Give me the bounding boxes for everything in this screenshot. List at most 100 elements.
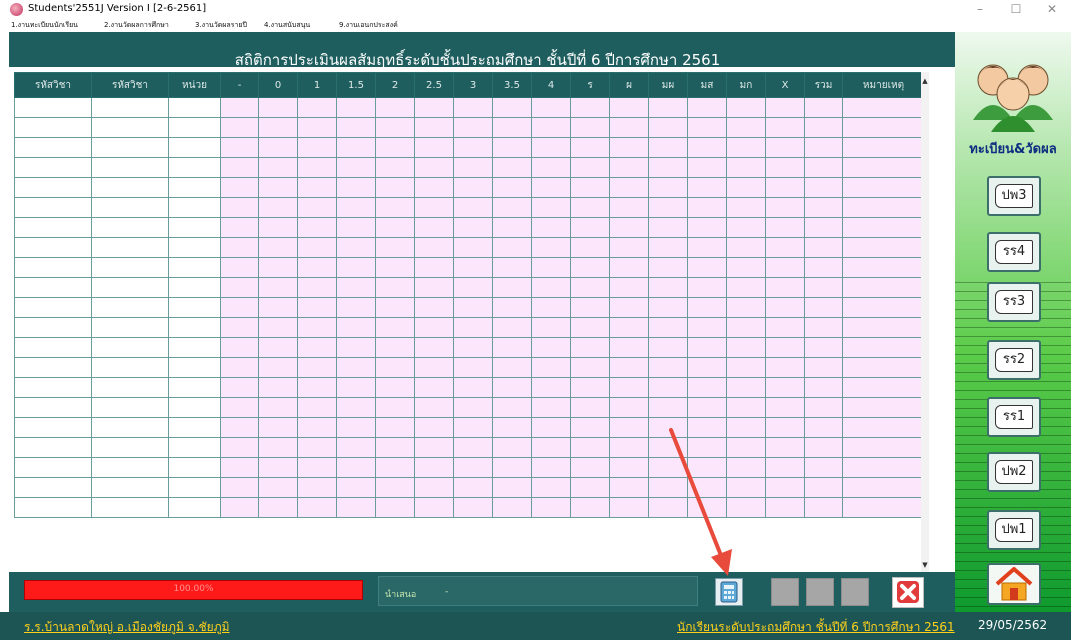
table-cell[interactable] <box>609 437 649 458</box>
table-cell[interactable] <box>414 397 454 418</box>
table-cell[interactable] <box>570 217 610 238</box>
table-cell[interactable] <box>297 117 337 138</box>
table-cell[interactable] <box>609 317 649 338</box>
table-cell[interactable] <box>297 397 337 418</box>
table-cell[interactable] <box>804 457 843 478</box>
table-cell[interactable] <box>726 397 766 418</box>
table-cell[interactable] <box>687 237 727 258</box>
maximize-button[interactable]: ☐ <box>998 0 1034 19</box>
table-cell[interactable] <box>648 357 688 378</box>
table-cell[interactable] <box>168 157 221 178</box>
nav-button-pp2[interactable]: ปพ2 <box>987 452 1041 492</box>
table-cell[interactable] <box>414 457 454 478</box>
table-cell[interactable] <box>375 337 415 358</box>
table-cell[interactable] <box>531 417 571 438</box>
column-header[interactable]: มผ <box>648 72 688 98</box>
table-cell[interactable] <box>220 257 259 278</box>
table-cell[interactable] <box>804 257 843 278</box>
table-cell[interactable] <box>297 477 337 498</box>
table-cell[interactable] <box>531 137 571 158</box>
table-cell[interactable] <box>375 97 415 118</box>
menu-item-registration[interactable]: 1.งานทะเบียนนักเรียน <box>11 20 78 31</box>
table-cell[interactable] <box>531 457 571 478</box>
table-cell[interactable] <box>220 377 259 398</box>
table-cell[interactable] <box>375 437 415 458</box>
table-cell[interactable] <box>258 217 298 238</box>
table-cell[interactable] <box>91 197 169 218</box>
table-cell[interactable] <box>220 277 259 298</box>
table-cell[interactable] <box>531 97 571 118</box>
table-cell[interactable] <box>414 257 454 278</box>
table-cell[interactable] <box>726 497 766 518</box>
table-cell[interactable] <box>492 317 532 338</box>
vertical-scrollbar[interactable]: ▲ ▼ <box>921 72 929 572</box>
table-cell[interactable] <box>804 137 843 158</box>
table-cell[interactable] <box>453 137 493 158</box>
table-cell[interactable] <box>453 117 493 138</box>
table-cell[interactable] <box>492 477 532 498</box>
table-cell[interactable] <box>609 417 649 438</box>
table-cell[interactable] <box>804 437 843 458</box>
table-cell[interactable] <box>492 337 532 358</box>
table-cell[interactable] <box>91 297 169 318</box>
table-cell[interactable] <box>14 177 92 198</box>
table-cell[interactable] <box>765 337 805 358</box>
home-button[interactable] <box>987 563 1041 605</box>
table-cell[interactable] <box>220 417 259 438</box>
table-cell[interactable] <box>414 497 454 518</box>
table-cell[interactable] <box>804 497 843 518</box>
table-cell[interactable] <box>375 357 415 378</box>
disabled-button-1[interactable] <box>771 578 799 606</box>
table-cell[interactable] <box>842 397 925 418</box>
table-cell[interactable] <box>297 237 337 258</box>
table-cell[interactable] <box>14 237 92 258</box>
table-cell[interactable] <box>297 297 337 318</box>
table-cell[interactable] <box>609 297 649 318</box>
table-cell[interactable] <box>765 417 805 438</box>
table-cell[interactable] <box>609 457 649 478</box>
table-cell[interactable] <box>14 477 92 498</box>
table-cell[interactable] <box>842 97 925 118</box>
table-cell[interactable] <box>492 217 532 238</box>
table-cell[interactable] <box>687 177 727 198</box>
table-cell[interactable] <box>842 217 925 238</box>
table-cell[interactable] <box>609 337 649 358</box>
column-header[interactable]: รหัสวิชา <box>91 72 169 98</box>
table-cell[interactable] <box>336 157 376 178</box>
disabled-button-2[interactable] <box>806 578 834 606</box>
table-cell[interactable] <box>91 417 169 438</box>
table-cell[interactable] <box>336 417 376 438</box>
table-cell[interactable] <box>648 417 688 438</box>
table-cell[interactable] <box>91 477 169 498</box>
table-cell[interactable] <box>297 157 337 178</box>
table-cell[interactable] <box>648 117 688 138</box>
table-cell[interactable] <box>220 397 259 418</box>
table-cell[interactable] <box>687 197 727 218</box>
table-cell[interactable] <box>842 237 925 258</box>
table-cell[interactable] <box>453 197 493 218</box>
table-cell[interactable] <box>258 317 298 338</box>
table-cell[interactable] <box>168 237 221 258</box>
table-cell[interactable] <box>842 137 925 158</box>
table-cell[interactable] <box>648 337 688 358</box>
table-cell[interactable] <box>297 317 337 338</box>
table-cell[interactable] <box>258 197 298 218</box>
table-cell[interactable] <box>14 137 92 158</box>
table-cell[interactable] <box>687 437 727 458</box>
table-cell[interactable] <box>609 257 649 278</box>
table-cell[interactable] <box>804 237 843 258</box>
table-cell[interactable] <box>220 437 259 458</box>
table-cell[interactable] <box>297 377 337 398</box>
table-cell[interactable] <box>492 117 532 138</box>
table-cell[interactable] <box>336 257 376 278</box>
table-cell[interactable] <box>726 477 766 498</box>
table-cell[interactable] <box>91 237 169 258</box>
table-cell[interactable] <box>609 237 649 258</box>
table-cell[interactable] <box>570 277 610 298</box>
table-cell[interactable] <box>726 437 766 458</box>
table-cell[interactable] <box>531 317 571 338</box>
table-cell[interactable] <box>168 437 221 458</box>
table-cell[interactable] <box>375 177 415 198</box>
table-cell[interactable] <box>91 377 169 398</box>
table-cell[interactable] <box>842 497 925 518</box>
